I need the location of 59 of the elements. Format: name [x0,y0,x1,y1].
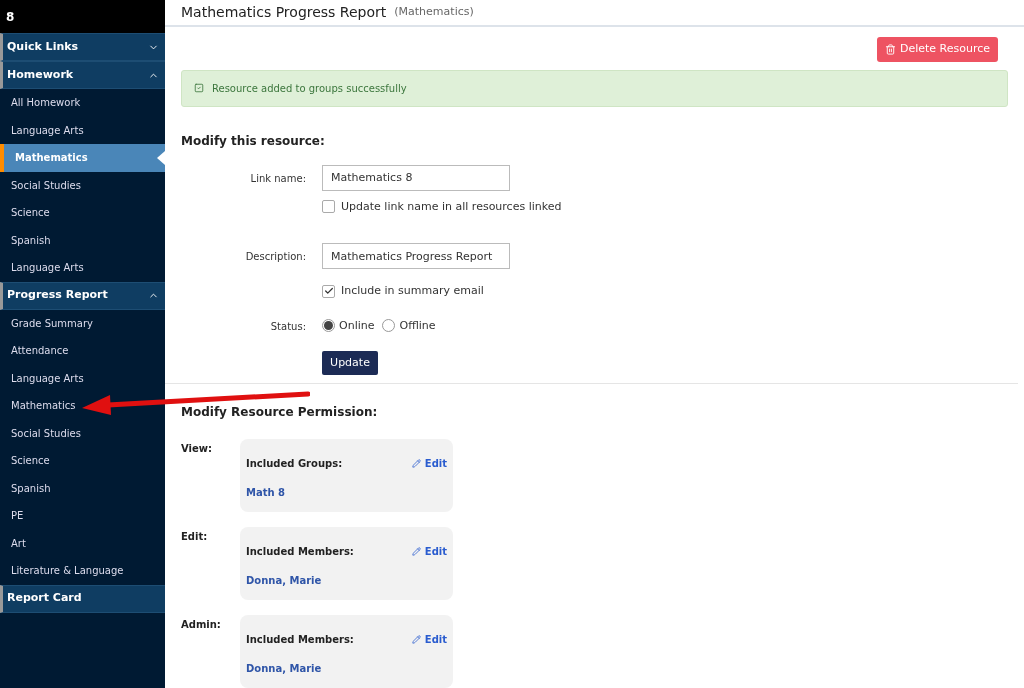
card-title: Included Members: [246,633,354,647]
sidebar-item[interactable]: Mathematics [11,398,76,414]
edit-link[interactable]: Edit [411,632,447,647]
sidebar-item[interactable]: Literature & Language [11,563,124,579]
link-name-field[interactable]: Mathematics 8 [322,164,510,191]
sidebar-item[interactable]: Science [11,453,50,469]
sidebar-item[interactable]: Art [11,535,26,551]
section-heading: Modify Resource Permission: [181,404,379,421]
sidebar-item[interactable]: Social Studies [11,425,81,441]
checkbox[interactable] [322,284,335,298]
checkbox-label: Include in summary email [341,283,484,299]
sidebar-item[interactable]: Spanish [11,232,51,248]
edit-link[interactable]: Edit [411,544,447,559]
permission-label: Edit: [181,530,209,544]
radio-label: Online [339,317,375,334]
field-label: Link name: [249,171,306,186]
checkbox-label: Update link name in all resources linked [341,198,562,215]
edit-link[interactable]: Edit [411,456,447,471]
member-link[interactable]: Donna, Marie [246,661,447,676]
field-label: Description: [244,250,306,264]
sidebar-item[interactable]: Social Studies [11,177,81,193]
sidebar-item[interactable]: All Homework [11,95,81,111]
pointer-icon [157,151,165,165]
update-button[interactable]: Update [322,351,378,375]
sidebar-header: 8 [6,8,15,26]
description-field[interactable]: Mathematics Progress Report [322,243,510,269]
member-link[interactable]: Math 8 [246,485,447,500]
pencil-icon [411,635,421,644]
sidebar-item[interactable]: Spanish [11,480,51,496]
sidebar-item[interactable]: Language Arts [11,370,84,386]
page-title: Mathematics Progress Report [181,2,387,22]
card-title: Included Members: [246,545,354,559]
pencil-icon [411,547,421,556]
radio-label: Offline [399,317,436,334]
checkbox[interactable] [322,200,335,214]
sidebar-item[interactable]: Mathematics [0,144,165,172]
alert-message: Resource added to groups successfully [212,81,407,96]
radio-button[interactable] [322,319,335,333]
trash-icon [884,43,896,55]
sidebar-item[interactable]: Science [11,205,50,221]
section-heading: Modify this resource: [181,132,326,150]
field-label: Status: [269,319,306,334]
member-link[interactable]: Donna, Marie [246,573,447,588]
sidebar-item[interactable]: Attendance [11,343,69,359]
sidebar-item[interactable]: PE [11,508,24,524]
sidebar-item[interactable]: Language Arts [11,122,84,138]
check-square-icon [194,83,204,93]
sidebar-item[interactable]: Grade Summary [11,315,93,331]
card-title: Included Groups: [246,457,343,471]
pencil-icon [411,459,421,468]
permission-label: Admin: [181,618,222,632]
sidebar-section-header[interactable]: Quick Links [0,33,165,61]
sidebar-section-header[interactable]: Progress Report [0,281,165,310]
permission-label: View: [181,442,213,456]
sidebar-section-header[interactable]: Report Card [0,584,165,613]
radio-button[interactable] [382,319,396,333]
sidebar-item[interactable]: Language Arts [11,260,84,276]
sidebar-section-header[interactable]: Homework [0,61,165,89]
page-subtitle: (Mathematics) [394,4,474,20]
